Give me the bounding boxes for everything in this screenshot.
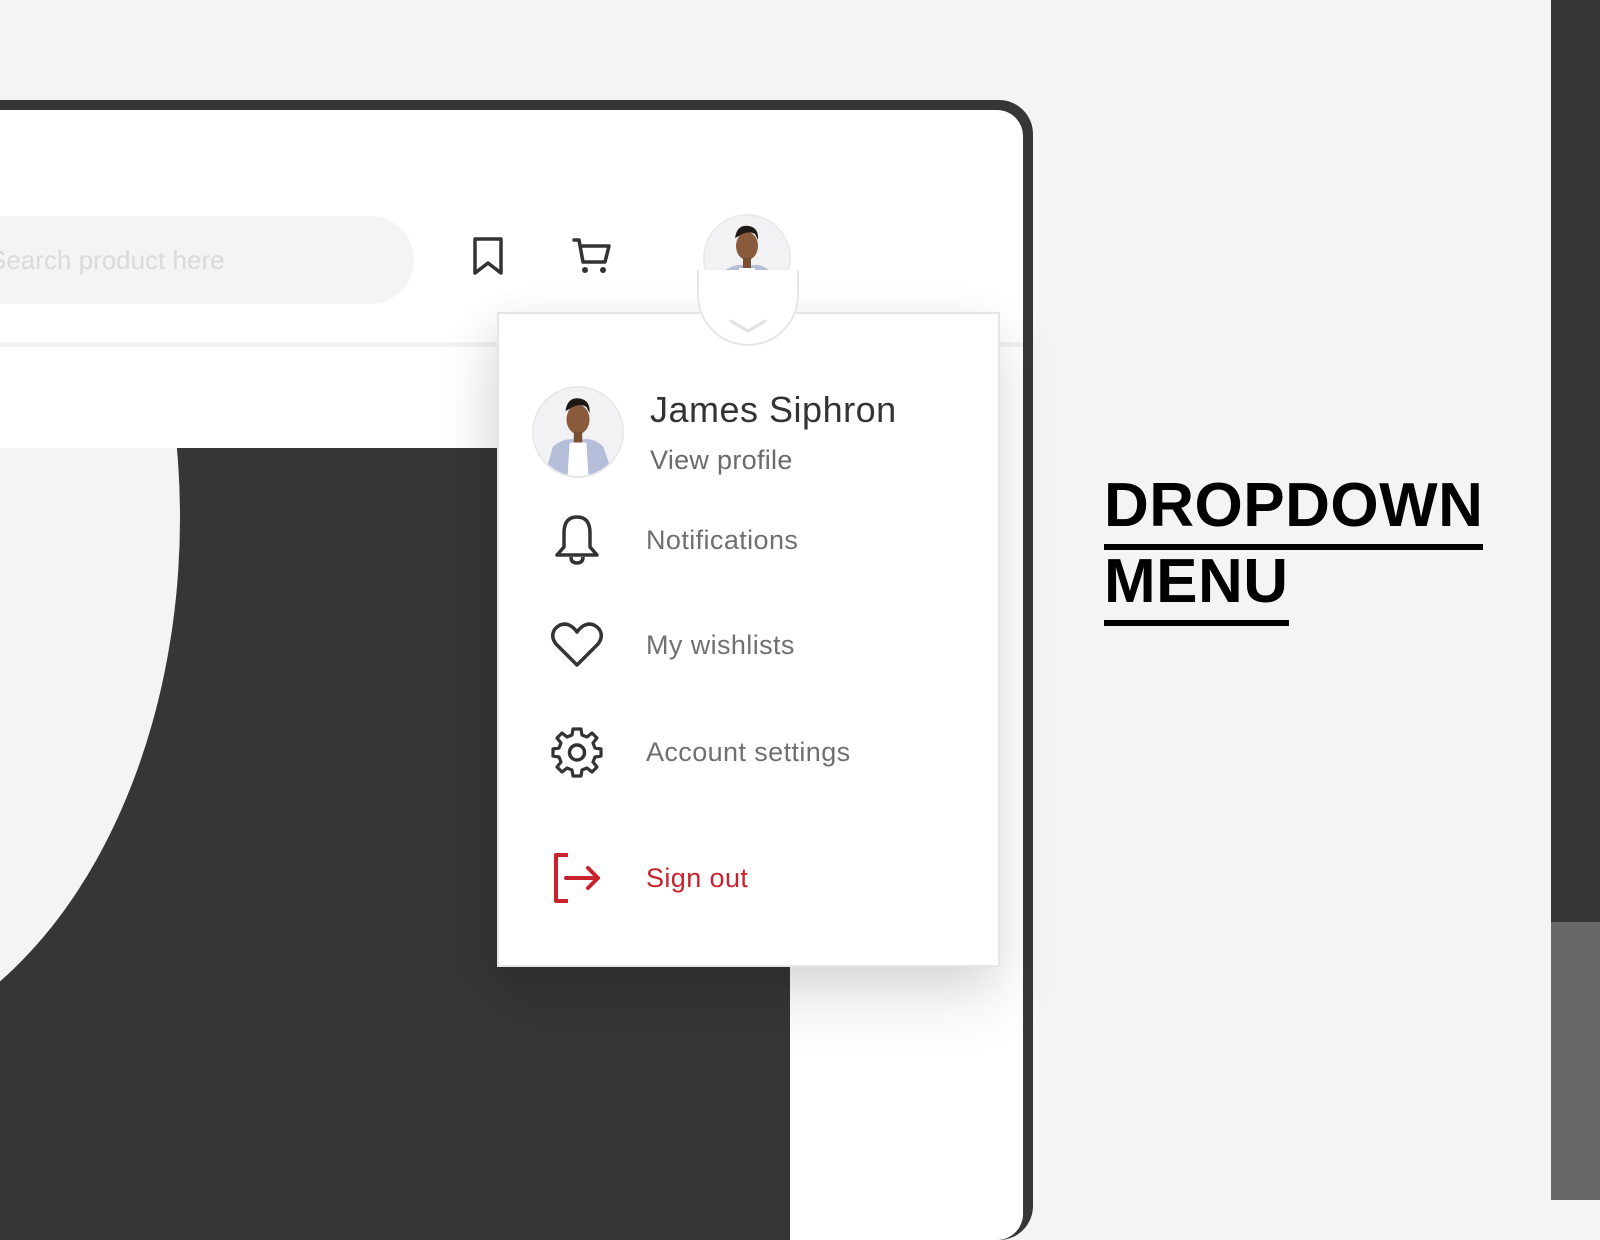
caption-line-2: MENU: [1104, 544, 1289, 626]
menu-item-label: My wishlists: [646, 629, 795, 660]
menu-item-label: Account settings: [646, 736, 851, 767]
cart-icon: [572, 238, 611, 273]
bookmark-button[interactable]: [466, 234, 510, 278]
profile-avatar: [532, 386, 624, 478]
menu-item-label: Notifications: [646, 524, 799, 555]
view-profile-link[interactable]: View profile: [650, 444, 897, 476]
caption-title: DROPDOWN MENU: [1104, 468, 1484, 626]
menu-item-notifications[interactable]: Notifications: [549, 512, 798, 568]
caption-line-1: DROPDOWN: [1104, 468, 1484, 550]
bookmark-icon: [473, 237, 503, 275]
profile-name: James Siphron: [650, 389, 897, 430]
search-input[interactable]: [0, 244, 389, 276]
sign-out-icon: [549, 850, 605, 906]
menu-item-account-settings[interactable]: Account settings: [549, 724, 851, 780]
heart-icon: [549, 617, 605, 673]
cart-button[interactable]: [570, 234, 614, 278]
menu-item-wishlists[interactable]: My wishlists: [549, 617, 795, 673]
chevron-down-icon: [729, 319, 767, 333]
profile-header[interactable]: James Siphron View profile: [532, 386, 897, 478]
bell-icon: [549, 512, 605, 568]
menu-item-label: Sign out: [646, 862, 749, 893]
search-bar: [0, 216, 414, 304]
gear-icon: [549, 724, 605, 780]
hero-curve-shape: [0, 448, 180, 1058]
user-dropdown-menu: James Siphron View profile Notifications…: [497, 312, 1000, 967]
background-strip-dark: [1551, 0, 1600, 922]
avatar: [534, 388, 622, 476]
background-strip-gray: [1551, 922, 1600, 1200]
menu-item-sign-out[interactable]: Sign out: [549, 850, 748, 906]
